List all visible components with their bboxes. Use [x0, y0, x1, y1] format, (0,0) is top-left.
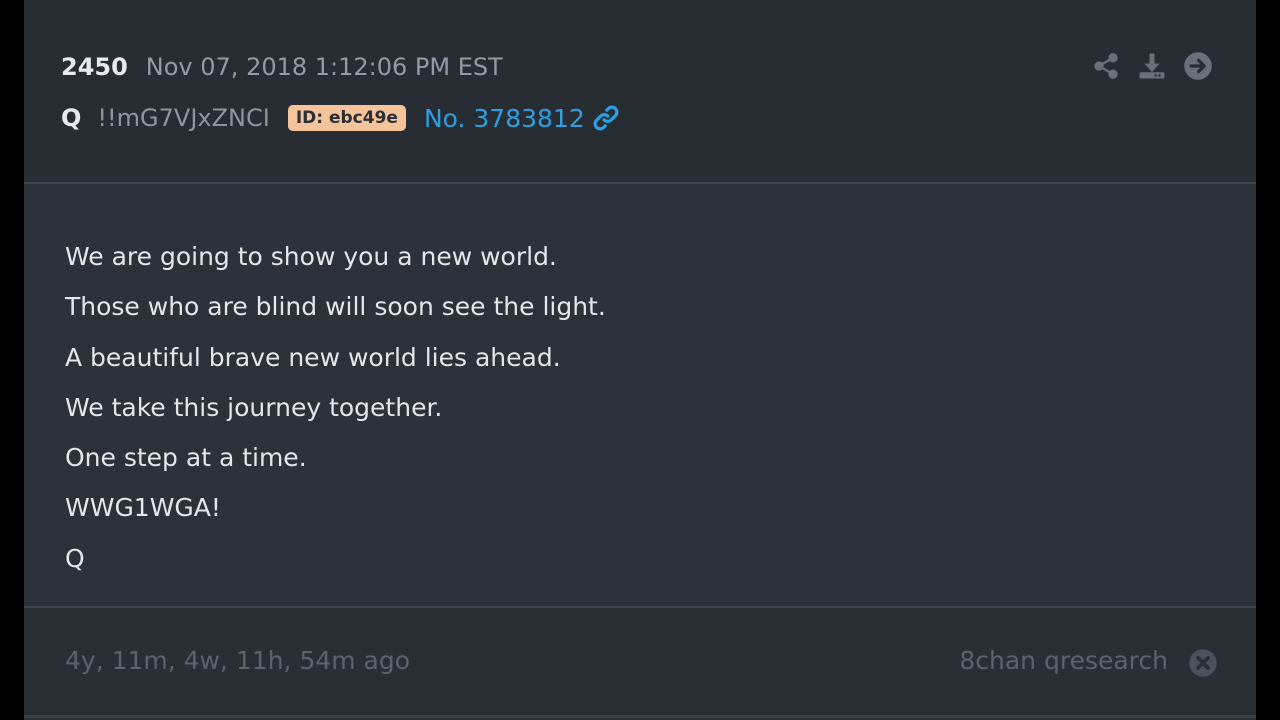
author-name: Q — [61, 104, 82, 132]
post-timestamp: Nov 07, 2018 1:12:06 PM EST — [145, 53, 503, 81]
message-line: WWG1WGA! — [65, 493, 221, 523]
post-meta-row: 2450 Nov 07, 2018 1:12:06 PM EST — [61, 50, 503, 84]
message-line: A beautiful brave new world lies ahead. — [65, 342, 561, 372]
post-author-row: Q !!mG7VJxZNCI ID: ebc49e No. 3783812 — [61, 100, 621, 136]
post-footer: 4y, 11m, 4w, 11h, 54m ago 8chan qresearc… — [24, 608, 1256, 718]
message-line: Those who are blind will soon see the li… — [65, 292, 606, 322]
message-line: We take this journey together. — [65, 392, 443, 422]
message-line: One step at a time. — [65, 443, 307, 473]
post-card: 2450 Nov 07, 2018 1:12:06 PM EST Q !!mG7… — [24, 0, 1256, 720]
arrow-circle-right-icon[interactable] — [1182, 50, 1214, 82]
id-badge: ID: ebc49e — [287, 105, 406, 131]
post-header: 2450 Nov 07, 2018 1:12:06 PM EST Q !!mG7… — [24, 0, 1256, 184]
post-link[interactable]: No. 3783812 — [424, 104, 585, 133]
source-board[interactable]: 8chan qresearch — [959, 646, 1168, 675]
message-line: Q — [65, 543, 85, 573]
message-line: We are going to show you a new world. — [65, 242, 557, 271]
link-icon[interactable] — [591, 103, 621, 133]
post-actions — [1090, 50, 1214, 82]
author-tripcode: !!mG7VJxZNCI — [97, 104, 270, 132]
post-message: We are going to show you a new world. Th… — [65, 238, 606, 590]
download-icon[interactable] — [1136, 50, 1168, 82]
post-body: We are going to show you a new world. Th… — [24, 184, 1256, 608]
share-icon[interactable] — [1090, 50, 1122, 82]
relative-time: 4y, 11m, 4w, 11h, 54m ago — [65, 646, 411, 675]
close-circle-icon[interactable] — [1188, 648, 1218, 678]
post-number: 2450 — [61, 53, 128, 81]
